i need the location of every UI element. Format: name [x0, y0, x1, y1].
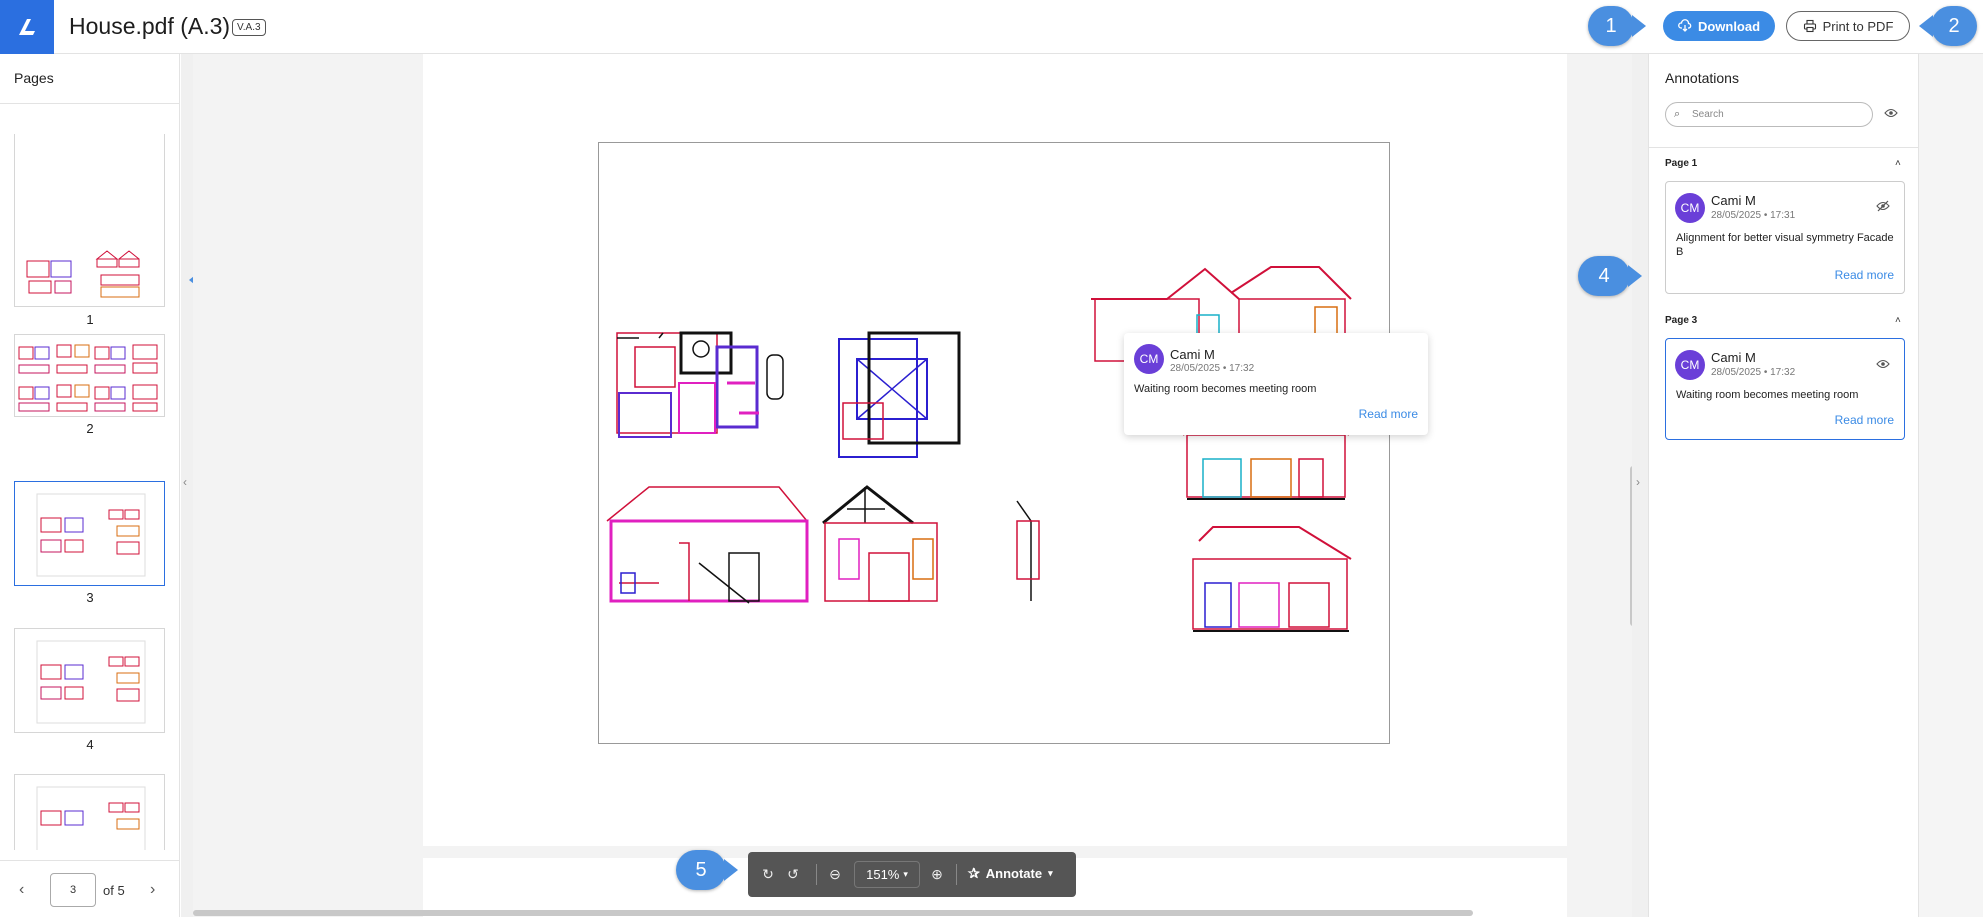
zoom-out-icon[interactable]: ⊖: [826, 865, 844, 883]
previous-page-icon[interactable]: ‹: [19, 881, 24, 899]
callout-marker-5: 5: [676, 850, 738, 890]
annotation-text: Waiting room becomes meeting room: [1676, 389, 1859, 401]
page-number-3: 3: [86, 590, 94, 605]
pages-panel: Pages 1 2 3 4 ‹ 3 of 5 ›: [0, 54, 180, 917]
annotation-date: 28/05/2025 • 17:32: [1711, 367, 1796, 378]
annotation-author: Cami M: [1711, 193, 1756, 208]
app-header: House.pdf (A.3) V.A.3 Download Print to …: [0, 0, 1983, 54]
divider: [956, 864, 957, 885]
zoom-in-icon[interactable]: ⊕: [928, 865, 946, 883]
annotate-menu-button[interactable]: ✰ Annotate ▾: [968, 865, 1053, 882]
search-icon: ⌕: [1674, 108, 1681, 120]
collapse-pages-panel-handle[interactable]: ‹: [181, 54, 193, 917]
zoom-value: 151%: [866, 867, 900, 882]
divider: [0, 103, 180, 104]
page-number-2: 2: [86, 421, 94, 436]
thumbnail-drawing: [36, 786, 146, 850]
thumbnail-drawing: [26, 250, 140, 298]
read-more-link[interactable]: Read more: [1835, 413, 1894, 427]
download-label: Download: [1697, 18, 1761, 34]
annotation-text: Alignment for better visual symmetry Fac…: [1676, 232, 1894, 258]
annotation-card[interactable]: CM Cami M 28/05/2025 • 17:31 Alignment f…: [1665, 181, 1905, 294]
annotation-group-title: Page 1: [1665, 158, 1698, 169]
divider: [1649, 147, 1919, 148]
page-number-1: 1: [86, 312, 94, 327]
rotate-clockwise-icon[interactable]: ↻: [759, 865, 777, 883]
printer-icon: [1803, 19, 1816, 33]
annotations-panel-title: Annotations: [1665, 70, 1739, 86]
thumbnail-drawing: [18, 344, 158, 412]
callout-marker-2: 2: [1919, 6, 1977, 46]
chevron-right-icon: ›: [1636, 475, 1640, 489]
page-thumbnail-3[interactable]: [14, 481, 165, 586]
chevron-down-icon: ▾: [903, 869, 908, 879]
callout-marker-4: 4: [1578, 256, 1642, 296]
divider: [816, 864, 817, 885]
collapse-annotations-panel-handle[interactable]: ›: [1632, 54, 1648, 917]
viewer-toolbar: ↻ ↺ ⊖ 151% ▾ ⊕ ✰ Annotate ▾: [748, 852, 1076, 897]
page-thumbnail-list[interactable]: 1 2 3 4: [0, 134, 180, 850]
page-thumbnail-1[interactable]: [14, 134, 165, 307]
thumbnail-drawing: [36, 493, 146, 577]
callout-marker-1: 1: [1588, 6, 1646, 46]
chevron-up-icon[interactable]: ˄: [1895, 158, 1901, 169]
page-number-4: 4: [86, 737, 94, 752]
logo-icon: [19, 19, 35, 35]
chevron-up-icon[interactable]: ˄: [1895, 315, 1901, 326]
annotation-author: Cami M: [1170, 347, 1215, 362]
version-badge[interactable]: V.A.3: [232, 19, 266, 36]
annotations-panel: Annotations ⌕ Search Page 1 ˄ CM Cami M …: [1648, 54, 1919, 917]
rotate-counterclockwise-icon[interactable]: ↺: [784, 865, 802, 883]
eye-slash-icon[interactable]: [1876, 200, 1890, 215]
print-label: Print to PDF: [1822, 18, 1894, 34]
page-number-input[interactable]: 3: [50, 873, 96, 907]
avatar: CM: [1675, 350, 1705, 380]
avatar: CM: [1134, 344, 1164, 374]
read-more-link[interactable]: Read more: [1359, 407, 1418, 421]
eye-icon[interactable]: [1884, 105, 1898, 121]
page-navigator: ‹ 3 of 5 ›: [0, 860, 180, 917]
chevron-down-icon: ▾: [1048, 868, 1053, 878]
download-button[interactable]: Download: [1663, 11, 1775, 41]
pin-icon: ✰: [968, 865, 980, 881]
print-to-pdf-button[interactable]: Print to PDF: [1786, 11, 1910, 41]
annotate-label: Annotate: [985, 866, 1043, 881]
zoom-select[interactable]: 151% ▾: [854, 861, 920, 888]
page-thumbnail-4[interactable]: [14, 628, 165, 733]
window-edge: [1918, 54, 1983, 917]
next-page-icon[interactable]: ›: [150, 881, 155, 899]
annotation-text: Waiting room becomes meeting room: [1134, 383, 1317, 395]
annotation-group-title: Page 3: [1665, 315, 1698, 326]
app-logo[interactable]: [0, 0, 54, 54]
annotation-date: 28/05/2025 • 17:31: [1711, 210, 1796, 221]
document-viewer[interactable]: CM Cami M 28/05/2025 • 17:32 Waiting roo…: [193, 54, 1646, 917]
page-thumbnail-2[interactable]: [14, 334, 165, 417]
architectural-drawing: [606, 266, 1352, 632]
annotation-popup[interactable]: CM Cami M 28/05/2025 • 17:32 Waiting roo…: [1124, 333, 1428, 435]
document-title: House.pdf (A.3): [69, 13, 231, 39]
avatar: CM: [1675, 193, 1705, 223]
page-thumbnail-5[interactable]: [14, 774, 165, 850]
cloud-download-icon: [1678, 19, 1692, 32]
pages-panel-title: Pages: [14, 70, 54, 86]
annotation-author: Cami M: [1711, 350, 1756, 365]
read-more-link[interactable]: Read more: [1835, 268, 1894, 282]
thumbnail-drawing: [36, 640, 146, 724]
annotation-search-input[interactable]: ⌕ Search: [1665, 102, 1873, 127]
annotation-card-selected[interactable]: CM Cami M 28/05/2025 • 17:32 Waiting roo…: [1665, 338, 1905, 440]
pdf-page: CM Cami M 28/05/2025 • 17:32 Waiting roo…: [423, 54, 1567, 846]
horizontal-scrollbar[interactable]: [193, 910, 1473, 916]
drawing-frame: [598, 142, 1390, 744]
eye-icon[interactable]: [1876, 357, 1890, 372]
annotation-date: 28/05/2025 • 17:32: [1170, 363, 1255, 374]
chevron-left-icon: ‹: [183, 475, 187, 489]
page-count-label: of 5: [103, 883, 125, 898]
search-placeholder: Search: [1692, 109, 1724, 120]
